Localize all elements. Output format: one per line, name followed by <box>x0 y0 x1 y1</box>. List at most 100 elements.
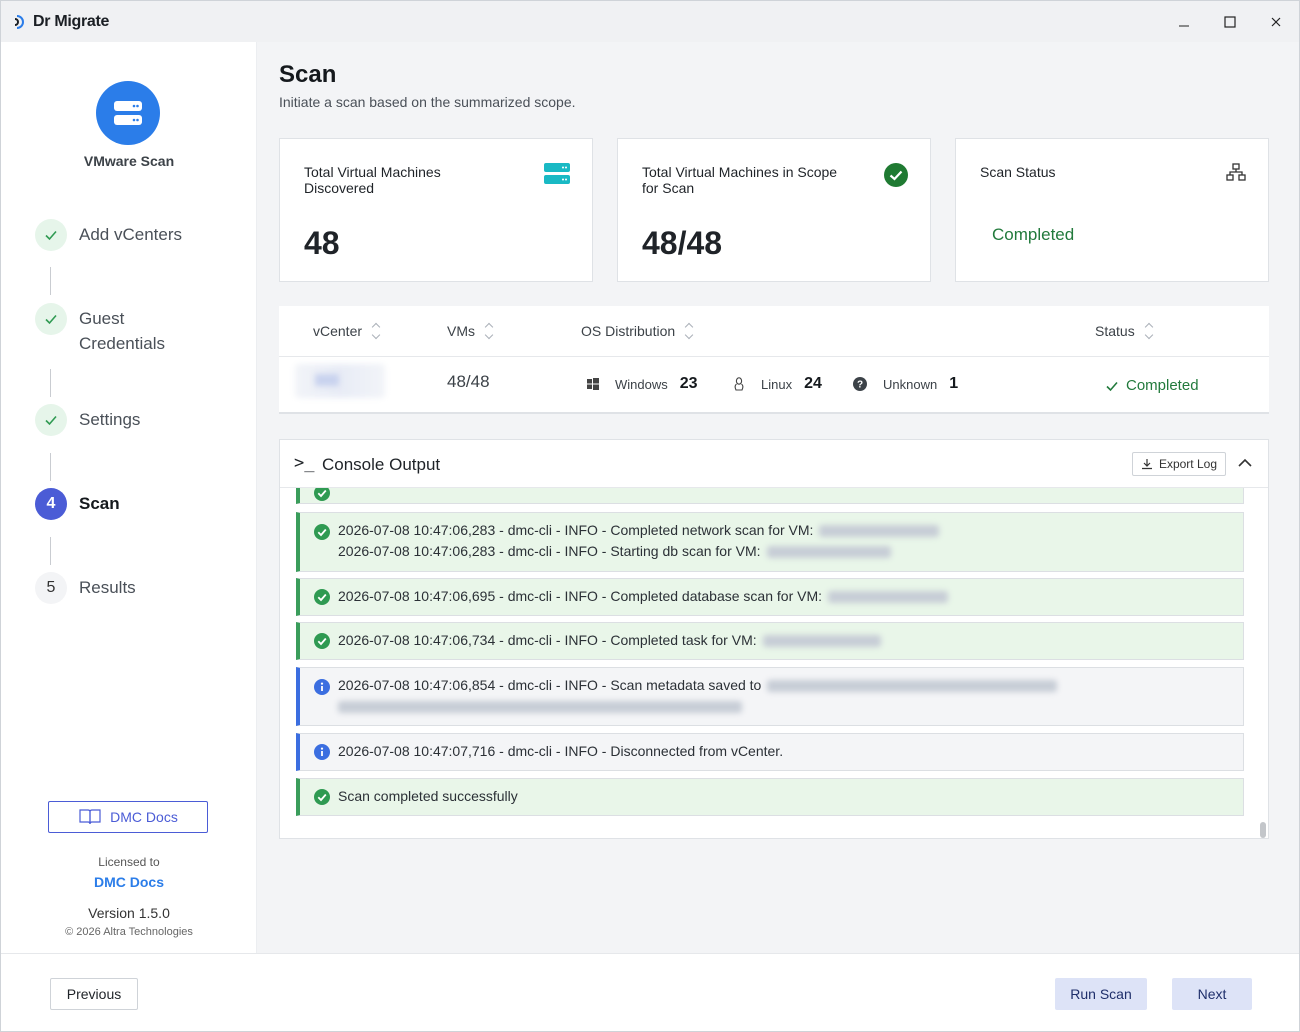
sidebar: VMware Scan Add vCenters Guest Credentia… <box>1 42 257 953</box>
console-log-list[interactable]: 2026-07-08 10:47:06,283 - dmc-cli - INFO… <box>280 488 1268 838</box>
check-icon <box>45 415 57 426</box>
maximize-button[interactable] <box>1207 1 1253 42</box>
step-label: Scan <box>79 494 120 513</box>
licensee-name: DMC Docs <box>93 874 164 890</box>
card-value: 48 <box>304 225 340 261</box>
sort-icon <box>485 322 493 340</box>
close-icon <box>1271 17 1281 26</box>
column-header-status[interactable]: Status <box>1095 322 1153 340</box>
column-header-vcenter[interactable]: vCenter <box>313 322 380 340</box>
log-entry-partial <box>296 488 1244 504</box>
next-button[interactable]: Next <box>1172 978 1252 1010</box>
vcenter-name-redacted <box>295 364 385 398</box>
card-value: 48/48 <box>642 225 723 261</box>
linux-icon <box>733 377 745 391</box>
column-header-vms[interactable]: VMs <box>447 322 493 340</box>
dmc-docs-label: DMC Docs <box>110 809 178 825</box>
check-circle-icon <box>314 488 330 501</box>
title-bar: Dr Migrate <box>1 1 1299 42</box>
step-guest-credentials[interactable]: Guest Credentials <box>35 303 199 356</box>
sort-icon <box>372 322 380 340</box>
dr-migrate-logo-icon <box>14 14 24 29</box>
step-results[interactable]: 5 Results <box>35 572 199 604</box>
check-circle-icon <box>314 789 330 805</box>
server-icon <box>114 101 142 125</box>
redacted-text <box>338 701 742 714</box>
terminal-icon: >_ <box>294 453 315 473</box>
windows-icon <box>587 378 599 390</box>
card-title: Scan Status <box>980 164 1056 180</box>
log-entry: 2026-07-08 10:47:06,734 - dmc-cli - INFO… <box>296 622 1244 660</box>
brand-label: VMware Scan <box>83 153 175 169</box>
step-number-badge: 4 <box>35 488 67 520</box>
maximize-icon <box>1224 15 1236 28</box>
minimize-button[interactable] <box>1161 1 1207 42</box>
step-done-indicator <box>35 219 67 251</box>
card-title: Total Virtual Machines Discovered <box>304 164 441 196</box>
download-icon <box>1141 459 1152 470</box>
footer-bar: Previous Run Scan Next <box>1 953 1299 1031</box>
step-connector <box>50 369 51 397</box>
card-vms-in-scope: Total Virtual Machines in Scope for Scan… <box>617 138 931 282</box>
step-label: Settings <box>79 410 141 429</box>
console-scrollbar[interactable] <box>1260 822 1266 838</box>
copyright-label: © 2026 Altra Technologies <box>65 926 193 938</box>
page-subtitle: Initiate a scan based on the summarized … <box>279 94 576 110</box>
os-windows: Windows 23 <box>587 375 698 393</box>
check-icon <box>45 230 57 241</box>
step-add-vcenters[interactable]: Add vCenters <box>35 219 199 251</box>
table-divider <box>279 356 1269 357</box>
log-entry: 2026-07-08 10:47:06,695 - dmc-cli - INFO… <box>296 578 1244 616</box>
card-title: Total Virtual Machines in Scope for Scan <box>642 164 838 196</box>
version-label: Version 1.5.0 <box>88 905 170 921</box>
minimize-icon <box>1179 25 1189 26</box>
redacted-text <box>828 591 949 604</box>
step-label: Add vCenters <box>79 225 182 244</box>
previous-button[interactable]: Previous <box>50 978 138 1010</box>
card-total-vms: Total Virtual Machines Discovered 48 <box>279 138 593 282</box>
step-done-indicator <box>35 303 67 335</box>
check-icon <box>45 314 57 325</box>
step-scan[interactable]: 4 Scan <box>35 488 199 520</box>
app-window: Dr Migrate VMware Scan Add vCenters Gues… <box>0 0 1300 1032</box>
step-connector <box>50 267 51 295</box>
window-controls <box>1161 1 1299 42</box>
dmc-docs-button[interactable]: DMC Docs <box>48 801 208 833</box>
step-label: Guest Credentials <box>79 309 165 353</box>
log-entry: 2026-07-08 10:47:06,283 - dmc-cli - INFO… <box>296 512 1244 572</box>
log-entry: 2026-07-08 10:47:06,854 - dmc-cli - INFO… <box>296 667 1244 726</box>
card-scan-status: Scan Status Completed <box>955 138 1269 282</box>
scan-status-value: Completed <box>992 225 1075 244</box>
book-icon <box>79 809 101 825</box>
os-linux: Linux 24 <box>733 375 822 393</box>
vms-value: 48/48 <box>447 372 490 391</box>
step-settings[interactable]: Settings <box>35 404 199 436</box>
close-button[interactable] <box>1253 1 1299 42</box>
check-circle-icon <box>884 163 908 192</box>
vmware-scan-logo <box>96 81 160 145</box>
log-entry: 2026-07-08 10:47:07,716 - dmc-cli - INFO… <box>296 733 1244 771</box>
os-unknown: ? Unknown 1 <box>853 375 958 393</box>
console-title: Console Output <box>322 455 441 474</box>
info-circle-icon <box>314 679 330 695</box>
step-connector <box>50 453 51 481</box>
export-log-button[interactable]: Export Log <box>1131 452 1226 476</box>
check-circle-icon <box>314 633 330 649</box>
sort-icon <box>1145 322 1153 340</box>
app-title: Dr Migrate <box>33 12 110 30</box>
question-circle-icon: ? <box>853 377 867 391</box>
step-label: Results <box>79 578 136 597</box>
check-circle-icon <box>314 524 330 540</box>
chevron-up-icon[interactable] <box>1236 454 1254 472</box>
redacted-text <box>762 635 881 648</box>
redacted-text <box>766 546 891 559</box>
column-header-os-distribution[interactable]: OS Distribution <box>581 322 693 340</box>
app-logo: Dr Migrate <box>13 13 109 31</box>
check-icon <box>1106 381 1118 391</box>
console-header: >_ Console Output Export Log <box>280 440 1268 488</box>
licensed-to-label: Licensed to <box>98 855 160 869</box>
run-scan-button[interactable]: Run Scan <box>1055 978 1147 1010</box>
server-icon <box>544 163 570 190</box>
step-connector <box>50 537 51 565</box>
network-icon <box>1226 163 1246 186</box>
